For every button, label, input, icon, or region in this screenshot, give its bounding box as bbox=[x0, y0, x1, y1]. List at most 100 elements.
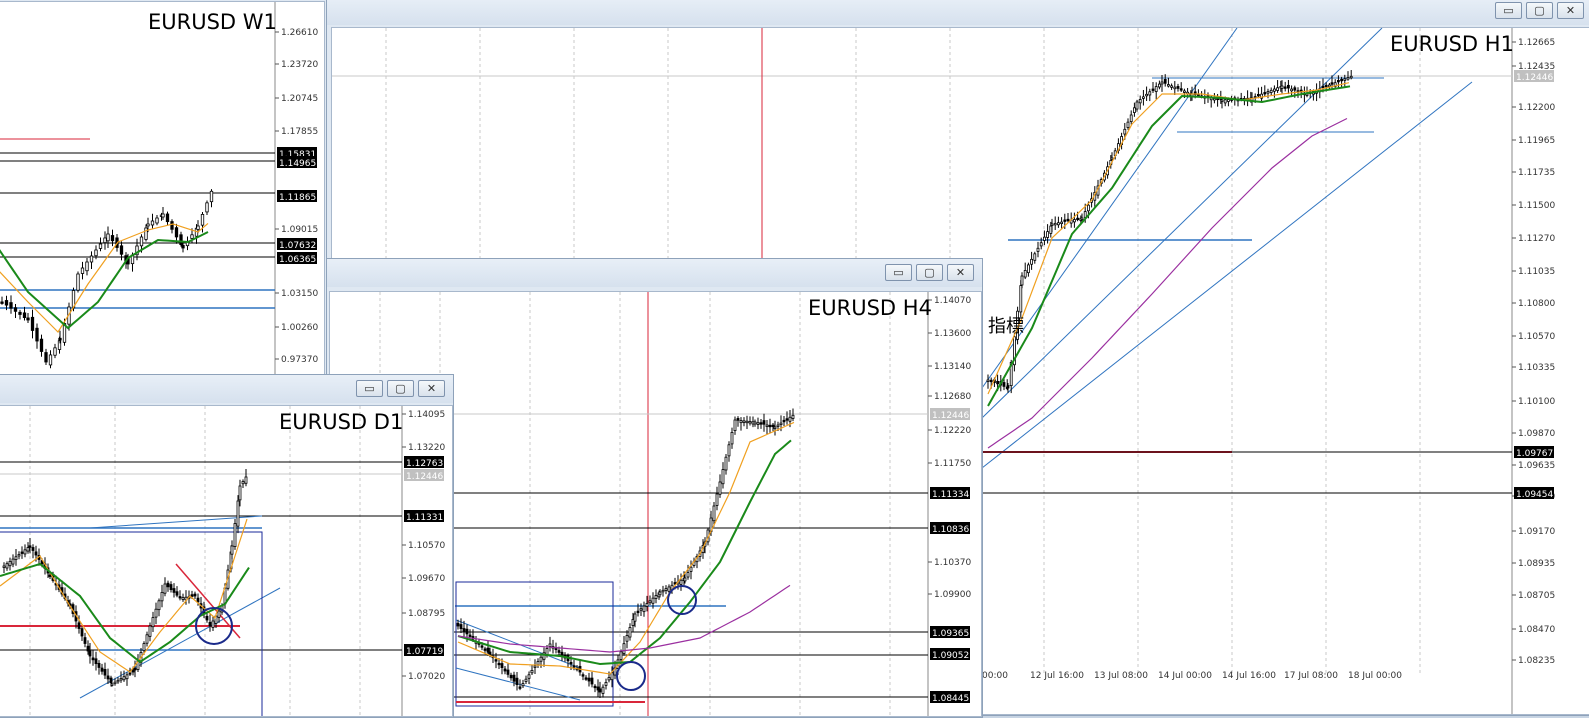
d1-title-bar[interactable]: ▭ ▢ ✕ bbox=[0, 375, 453, 403]
h1-candle-body bbox=[1135, 101, 1139, 110]
h1-price-label: 1.11270 bbox=[1518, 234, 1555, 244]
h1-price-label: 1.08470 bbox=[1518, 625, 1555, 635]
d1-candle-body bbox=[211, 620, 215, 628]
h4-candle-body bbox=[530, 669, 534, 674]
h4-candle-body bbox=[518, 686, 522, 689]
d1-candle-body bbox=[217, 610, 221, 618]
h4-symbol-label: EURUSD H4 bbox=[808, 296, 932, 320]
h1-candle-body bbox=[1043, 236, 1046, 241]
d1-maximize-button[interactable]: ▢ bbox=[387, 380, 414, 397]
d1-chart-plot[interactable]: 1.14095 1.13220 1.10570 1.09670 1.08795 1.070… bbox=[0, 405, 453, 717]
d1-chart-window[interactable]: ▭ ▢ ✕ 1.14095 1.13220 1.10570 1.09670 1.0879… bbox=[0, 374, 454, 718]
w1-chart-plot[interactable]: 1.26610 1.23720 1.20745 1.17855 1.09015 1.031… bbox=[0, 1, 325, 385]
h1-price-label: 1.11035 bbox=[1518, 267, 1555, 277]
h1-candle-body bbox=[1330, 82, 1334, 85]
w1-candle-body bbox=[44, 352, 48, 363]
h4-candle-body bbox=[462, 628, 466, 632]
h4-candle-body bbox=[730, 431, 734, 445]
h4-candle-body bbox=[736, 418, 740, 421]
h1-candle-body bbox=[1142, 96, 1145, 99]
h4-price-label: 1.14070 bbox=[934, 296, 971, 306]
w1-candle-body bbox=[200, 214, 205, 226]
d1-candle-body bbox=[26, 547, 30, 552]
h1-candle-body bbox=[1076, 217, 1079, 221]
h4-price-tag: 1.11334 bbox=[932, 490, 969, 500]
h1-candle-body bbox=[1340, 78, 1343, 82]
h1-candle-body bbox=[1163, 79, 1167, 84]
h1-price-label: 1.09870 bbox=[1518, 429, 1555, 439]
w1-candle-body bbox=[94, 249, 98, 257]
d1-minimize-button[interactable]: ▭ bbox=[356, 380, 383, 397]
h4-price-label: 1.13600 bbox=[934, 329, 971, 339]
d1-candle-body bbox=[97, 662, 101, 668]
h4-price-tag: 1.10836 bbox=[932, 525, 969, 535]
h4-candle-body bbox=[686, 572, 690, 578]
h1-candle-body bbox=[1030, 258, 1033, 265]
h4-candle-body bbox=[661, 589, 665, 593]
h4-candle-body bbox=[506, 669, 510, 675]
h1-price-label: 1.10100 bbox=[1518, 397, 1555, 407]
h1-maximize-button[interactable]: ▢ bbox=[1526, 2, 1553, 19]
w1-price-label: 0.97370 bbox=[281, 355, 318, 365]
h1-candle-body bbox=[1027, 264, 1030, 274]
h4-candle-body bbox=[779, 422, 783, 426]
h1-candle-body bbox=[1293, 87, 1297, 91]
h1-candle-body bbox=[1023, 270, 1027, 278]
d1-candle-body bbox=[31, 547, 35, 551]
w1-candle-body bbox=[139, 236, 144, 247]
h4-candle-body bbox=[587, 677, 591, 682]
d1-candle-body bbox=[208, 621, 212, 627]
h4-candle-body bbox=[503, 668, 507, 672]
h1-candle-body bbox=[1126, 121, 1130, 128]
h1-price-label: 1.10800 bbox=[1518, 299, 1555, 309]
h1-candle-body bbox=[1160, 81, 1164, 85]
h4-candle-body bbox=[465, 628, 469, 635]
d1-candle-body bbox=[116, 679, 120, 683]
h4-candle-body bbox=[488, 651, 492, 655]
h1-price-tag: 1.12446 bbox=[1516, 73, 1553, 83]
d1-candle-body bbox=[17, 554, 21, 557]
h1-price-label: 1.08705 bbox=[1518, 591, 1555, 601]
h1-title-bar[interactable]: ▭ ▢ ✕ bbox=[327, 0, 1589, 25]
w1-candle-body bbox=[150, 220, 155, 226]
d1-candle-body bbox=[160, 591, 164, 602]
h4-candle-body bbox=[658, 591, 662, 596]
w1-price-label: 1.09015 bbox=[281, 225, 318, 235]
h1-price-tag: 1.09767 bbox=[1516, 449, 1553, 459]
h4-candle-body bbox=[590, 677, 594, 685]
w1-candle-body bbox=[9, 302, 13, 309]
h1-close-button[interactable]: ✕ bbox=[1557, 2, 1584, 19]
h4-candle-body bbox=[742, 420, 746, 423]
h4-maximize-button[interactable]: ▢ bbox=[916, 264, 943, 281]
w1-candle-body bbox=[110, 235, 115, 242]
h1-minimize-button[interactable]: ▭ bbox=[1495, 2, 1522, 19]
w1-symbol-label: EURUSD W1 bbox=[148, 10, 277, 34]
d1-candle-body bbox=[113, 681, 117, 685]
h4-close-button[interactable]: ✕ bbox=[947, 264, 974, 281]
h4-candle-body bbox=[500, 663, 504, 669]
h4-candle-body bbox=[715, 493, 719, 506]
d1-candle-body bbox=[125, 674, 129, 680]
w1-candle-body bbox=[161, 213, 165, 218]
h1-time-label: 00:00 bbox=[982, 671, 1008, 681]
w1-ma-mid-line bbox=[0, 231, 209, 330]
h1-candle-body bbox=[1343, 78, 1347, 81]
h1-candle-body bbox=[1039, 242, 1043, 247]
h4-title-bar[interactable]: ▭ ▢ ✕ bbox=[327, 259, 982, 287]
w1-price-tag: 1.11865 bbox=[279, 193, 316, 203]
w1-candle-body bbox=[0, 301, 4, 304]
d1-candle-body bbox=[11, 558, 15, 565]
h1-time-label: 17 Jul 08:00 bbox=[1284, 671, 1338, 681]
w1-chart-window[interactable]: 1.26610 1.23720 1.20745 1.17855 1.09015 1.031… bbox=[0, 0, 327, 386]
h4-minimize-button[interactable]: ▭ bbox=[885, 264, 912, 281]
h4-candle-body bbox=[572, 665, 576, 668]
h4-candle-body bbox=[515, 677, 519, 685]
d1-candle-body bbox=[172, 588, 176, 593]
d1-close-button[interactable]: ✕ bbox=[418, 380, 445, 397]
w1-candle-body bbox=[146, 223, 150, 227]
h1-candle-body bbox=[1033, 253, 1037, 261]
h1-time-label: 18 Jul 00:00 bbox=[1348, 671, 1402, 681]
h1-candle-body bbox=[1151, 88, 1155, 91]
h1-candle-body bbox=[1158, 83, 1161, 88]
d1-candle-body bbox=[163, 583, 167, 594]
